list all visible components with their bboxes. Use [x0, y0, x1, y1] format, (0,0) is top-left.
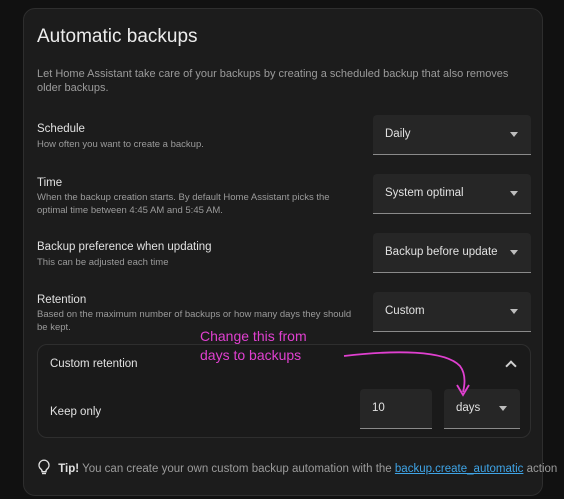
annotation-arrow: [343, 351, 470, 397]
